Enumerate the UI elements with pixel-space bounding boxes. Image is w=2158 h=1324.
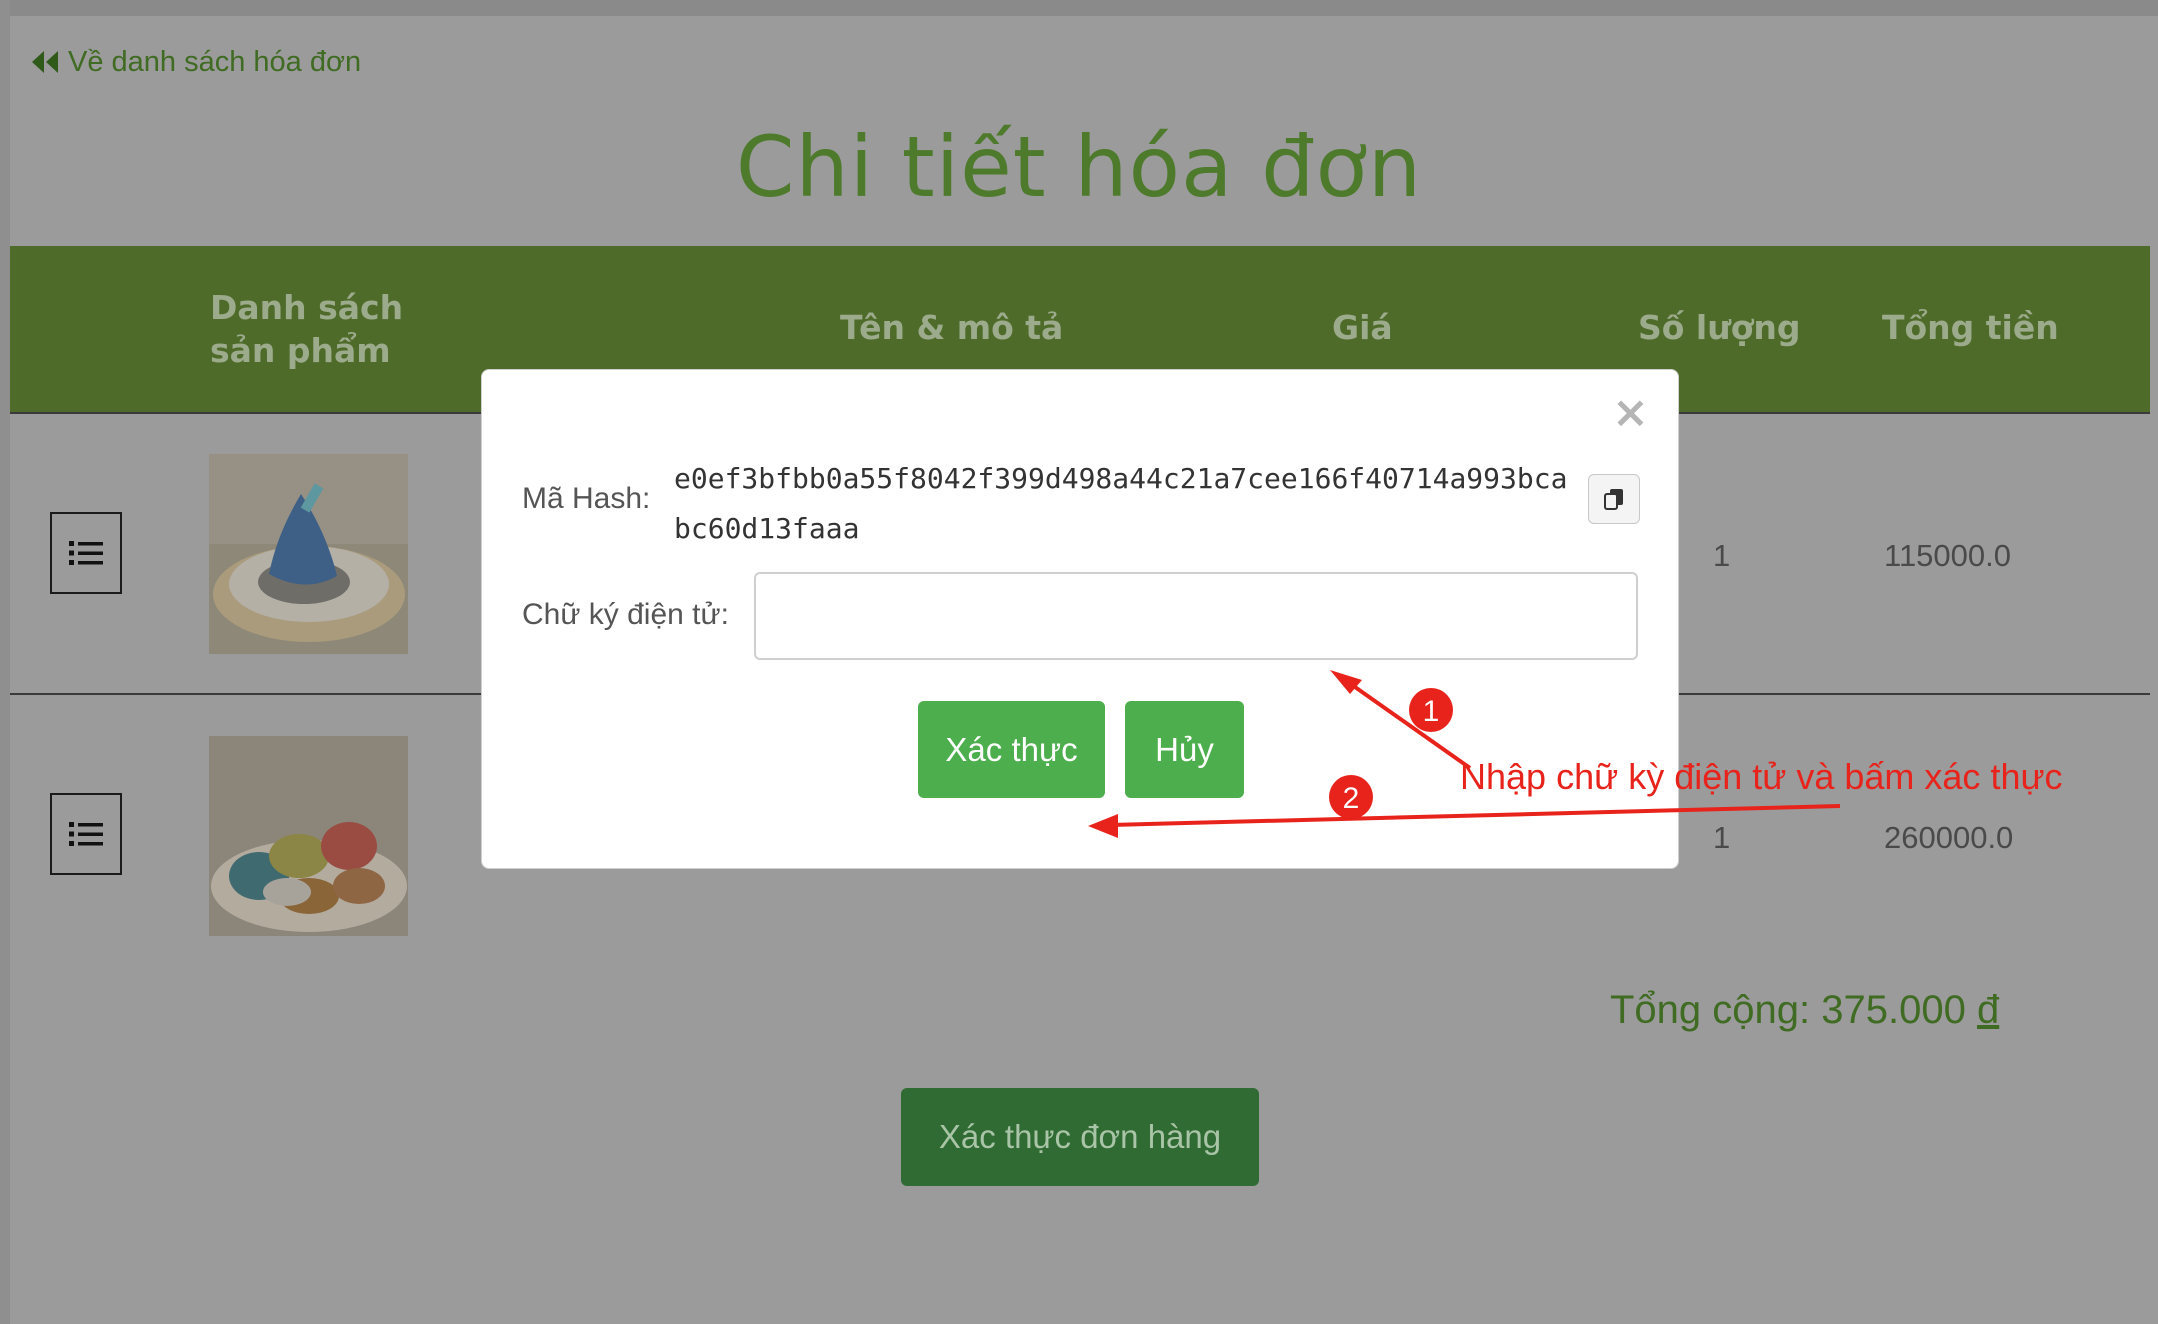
annotation-step-1: 1 xyxy=(1423,695,1440,728)
annotation-text: Nhập chữ kỳ điện tử và bấm xác thực xyxy=(1460,756,2063,797)
annotation-arrows: 1 2 xyxy=(1088,670,1841,838)
annotation-arrow-2 xyxy=(1109,804,1841,827)
annotation-step-2: 2 xyxy=(1343,782,1360,815)
annotation-arrow-1 xyxy=(1343,678,1472,770)
annotation-arrow-2-head xyxy=(1088,814,1118,838)
